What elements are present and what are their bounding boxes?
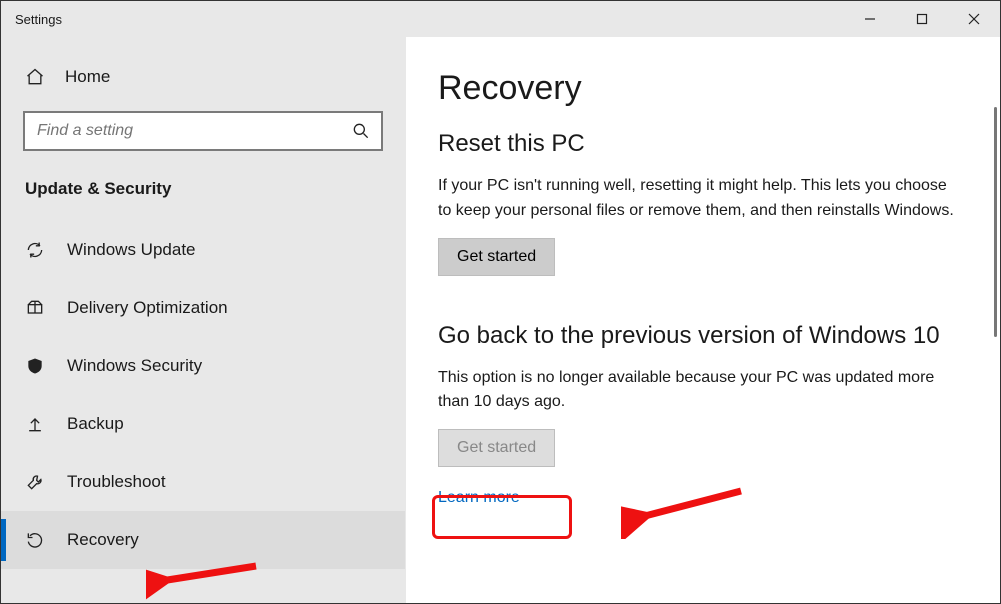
window-title: Settings	[15, 12, 62, 27]
sidebar-home[interactable]: Home	[1, 57, 405, 111]
sidebar-item-windows-update[interactable]: Windows Update	[1, 221, 405, 279]
search-icon	[351, 121, 371, 141]
goback-get-started-button[interactable]: Get started	[438, 429, 555, 467]
page-title: Recovery	[438, 69, 960, 108]
delivery-icon	[25, 298, 45, 318]
sidebar-item-label: Windows Security	[67, 356, 202, 376]
section-text: This option is no longer available becau…	[438, 366, 960, 416]
sidebar-item-label: Recovery	[67, 530, 139, 550]
titlebar: Settings	[1, 1, 1000, 37]
section-heading: Go back to the previous version of Windo…	[438, 322, 960, 350]
recovery-icon	[25, 530, 45, 550]
sidebar-item-troubleshoot[interactable]: Troubleshoot	[1, 453, 405, 511]
backup-icon	[25, 414, 45, 434]
minimize-button[interactable]	[844, 1, 896, 37]
section-go-back: Go back to the previous version of Windo…	[438, 322, 960, 508]
sidebar-item-backup[interactable]: Backup	[1, 395, 405, 453]
close-button[interactable]	[948, 1, 1000, 37]
sidebar-item-delivery-optimization[interactable]: Delivery Optimization	[1, 279, 405, 337]
reset-get-started-button[interactable]: Get started	[438, 238, 555, 276]
sidebar: Home Update & Security Windows Update	[1, 37, 406, 603]
home-icon	[25, 67, 45, 87]
section-heading: Reset this PC	[438, 130, 960, 158]
sidebar-item-label: Troubleshoot	[67, 472, 166, 492]
maximize-button[interactable]	[896, 1, 948, 37]
section-reset-pc: Reset this PC If your PC isn't running w…	[438, 130, 960, 276]
main-content: Recovery Reset this PC If your PC isn't …	[406, 37, 1000, 603]
sidebar-category: Update & Security	[1, 175, 405, 221]
sidebar-home-label: Home	[65, 67, 110, 87]
learn-more-link[interactable]: Learn more	[438, 489, 520, 506]
scrollbar[interactable]	[994, 107, 997, 337]
sidebar-nav: Windows Update Delivery Optimization Win…	[1, 221, 405, 569]
search-input[interactable]	[37, 122, 351, 140]
window-controls	[844, 1, 1000, 37]
sidebar-item-label: Backup	[67, 414, 124, 434]
sidebar-item-label: Delivery Optimization	[67, 298, 228, 318]
sidebar-item-recovery[interactable]: Recovery	[1, 511, 405, 569]
wrench-icon	[25, 472, 45, 492]
shield-icon	[25, 356, 45, 376]
section-text: If your PC isn't running well, resetting…	[438, 174, 960, 224]
sidebar-item-label: Windows Update	[67, 240, 196, 260]
search-input-wrap[interactable]	[23, 111, 383, 151]
sync-icon	[25, 240, 45, 260]
sidebar-item-windows-security[interactable]: Windows Security	[1, 337, 405, 395]
